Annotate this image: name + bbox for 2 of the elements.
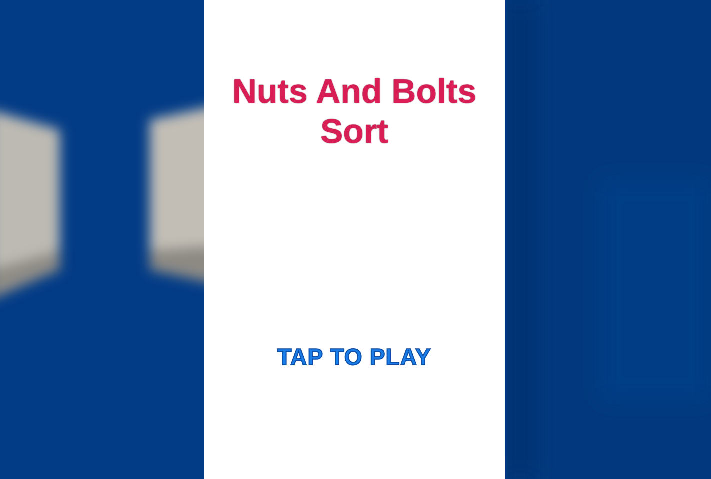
game-title: Nuts And Bolts Sort xyxy=(231,72,478,152)
tap-to-play-button[interactable]: TAP TO PLAY xyxy=(278,340,432,374)
